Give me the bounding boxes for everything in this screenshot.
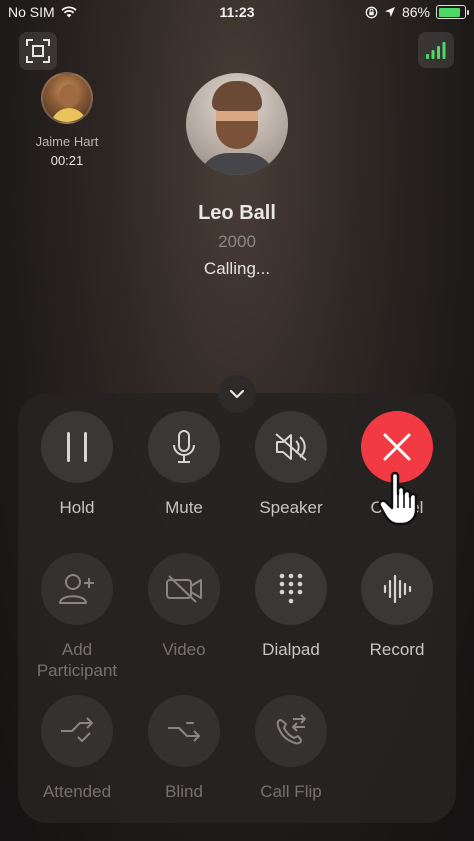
video-off-icon (166, 575, 202, 603)
dialpad-label: Dialpad (262, 640, 320, 659)
record-circle (361, 553, 433, 625)
mute-button[interactable]: Mute (129, 411, 239, 518)
mute-label: Mute (165, 498, 203, 517)
call-status: Calling... (203, 259, 271, 278)
microphone-icon (173, 430, 195, 463)
blind-transfer-button[interactable]: Blind (129, 695, 239, 802)
call-flip-label: Call Flip (260, 782, 322, 801)
blind-transfer-icon (168, 722, 200, 742)
attended-transfer-button[interactable]: Attended (22, 695, 132, 802)
blind-label: Blind (165, 782, 203, 801)
battery-percent: 86% (401, 4, 430, 20)
hold-button[interactable]: Hold (22, 411, 132, 518)
dialpad-icon (279, 573, 303, 604)
video-button[interactable]: Video (129, 553, 239, 660)
chevron-down-icon (229, 389, 245, 399)
call-screen: No SIM 11:23 86% Jaime Hart 00:21 Leo Ba… (0, 0, 474, 841)
waveform-icon (383, 574, 412, 604)
held-call-name: Jaime Hart (35, 134, 99, 149)
avatar-shirt (198, 153, 276, 175)
close-icon (383, 433, 411, 461)
battery-icon (436, 5, 469, 19)
avatar-beard (216, 121, 258, 149)
add-participant-button[interactable]: Add Participant (22, 553, 132, 681)
dialpad-button[interactable]: Dialpad (236, 553, 346, 660)
avatar-face (59, 84, 79, 108)
minimize-frame-icon (26, 39, 50, 63)
battery-fill (438, 7, 460, 17)
held-call-duration: 00:21 (50, 153, 84, 168)
speaker-circle (255, 411, 327, 483)
pointer-hand-icon (378, 471, 418, 526)
status-bar: No SIM 11:23 86% (0, 0, 474, 24)
record-button[interactable]: Record (342, 553, 452, 660)
call-controls-panel: Hold Mute Speaker Add Participant Video … (18, 393, 456, 823)
avatar-hair (212, 81, 262, 111)
attended-circle (41, 695, 113, 767)
blind-circle (148, 695, 220, 767)
orientation-lock-icon (365, 6, 378, 18)
video-label: Video (162, 640, 206, 659)
minimize-button[interactable] (19, 32, 57, 70)
hold-circle (41, 411, 113, 483)
call-flip-icon (276, 714, 306, 745)
status-right: 86% (365, 4, 469, 20)
mute-circle (148, 411, 220, 483)
speaker-button[interactable]: Speaker (236, 411, 346, 518)
speaker-muted-icon (275, 433, 307, 461)
add-person-icon (59, 574, 94, 604)
add-participant-label: Add Participant (22, 639, 132, 681)
call-flip-circle (255, 695, 327, 767)
hold-label: Hold (59, 498, 95, 517)
held-call[interactable]: Jaime Hart 00:21 (30, 72, 104, 168)
add-participant-label-line1: Add (61, 640, 93, 659)
call-flip-button[interactable]: Call Flip (236, 695, 346, 802)
add-participant-circle (41, 553, 113, 625)
held-call-avatar (41, 72, 93, 124)
call-quality-button[interactable] (418, 32, 454, 68)
record-label: Record (369, 640, 425, 659)
caller-extension: 2000 (218, 232, 256, 251)
signal-bars-icon (426, 42, 446, 59)
add-participant-label-line2: Participant (36, 661, 118, 680)
dialpad-circle (255, 553, 327, 625)
attended-label: Attended (42, 782, 112, 801)
caller-avatar (186, 73, 288, 175)
attended-transfer-icon (61, 717, 93, 742)
pause-icon (67, 432, 87, 462)
speaker-label: Speaker (259, 498, 323, 517)
location-arrow-icon (384, 7, 395, 17)
video-circle (148, 553, 220, 625)
caller-name: Leo Ball (198, 202, 276, 224)
collapse-panel-button[interactable] (218, 375, 256, 413)
avatar-shirt (51, 108, 87, 122)
